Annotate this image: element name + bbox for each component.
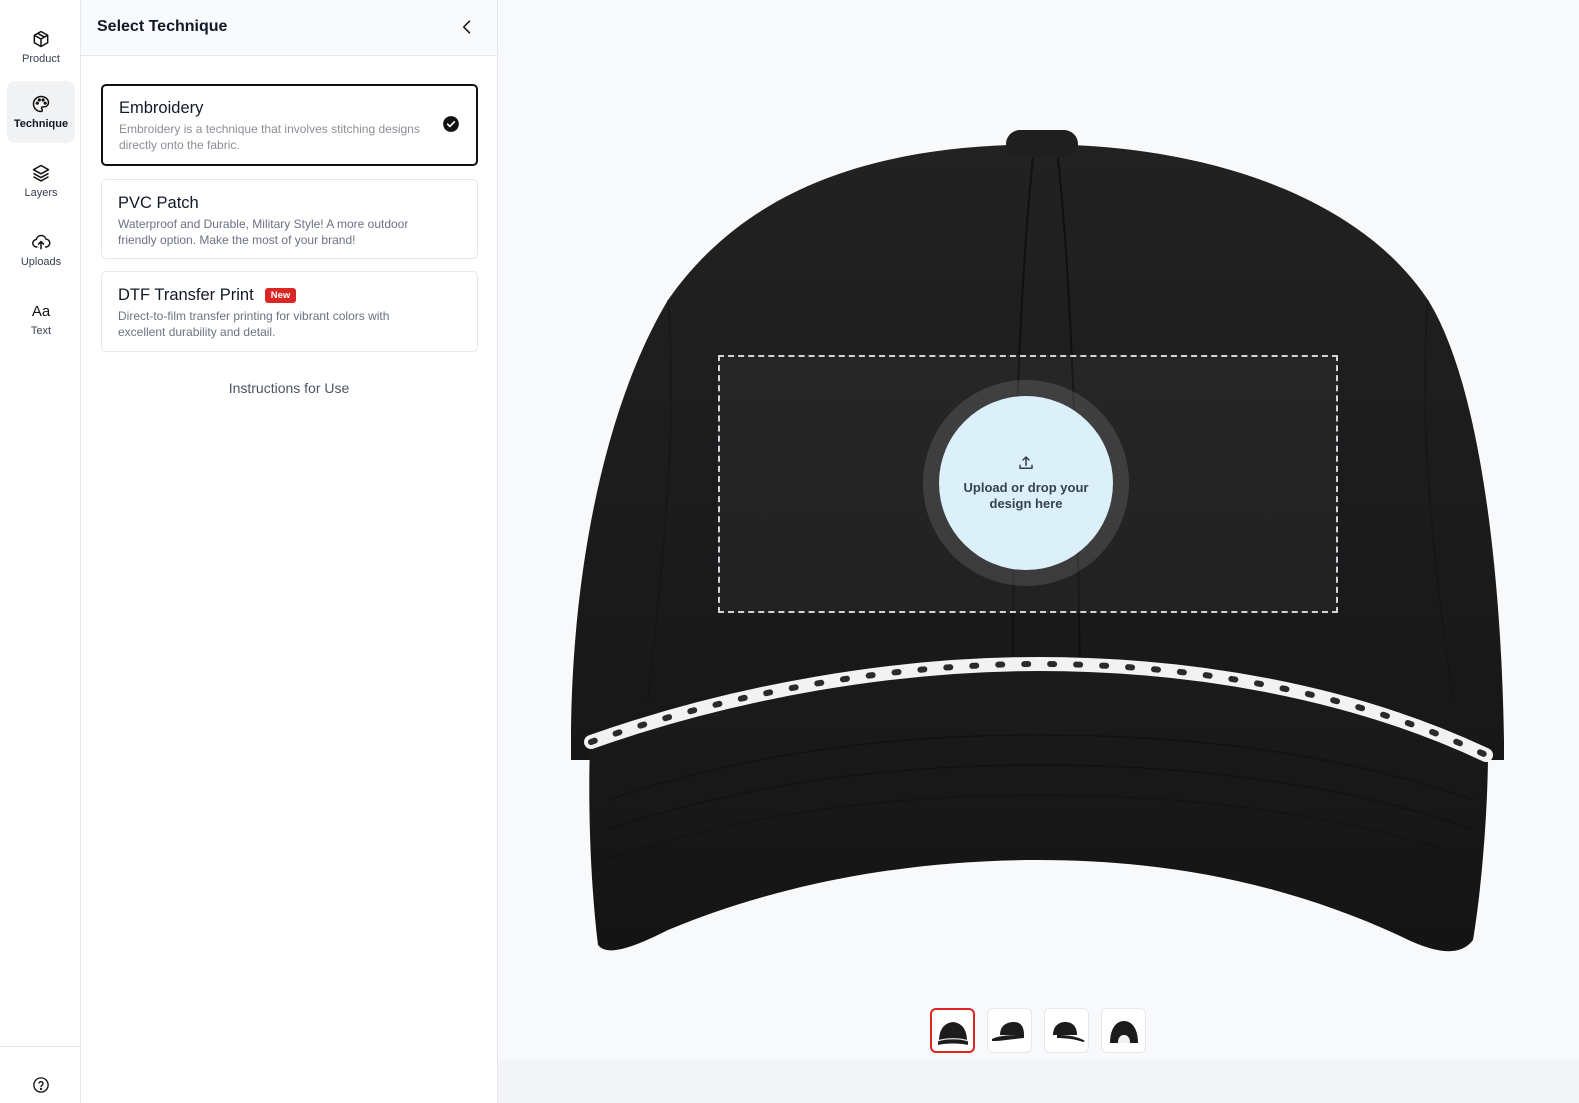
rail-item-technique[interactable]: Technique xyxy=(7,81,75,143)
check-circle-icon xyxy=(442,115,460,133)
chevron-left-icon[interactable] xyxy=(457,17,477,37)
cap-angle-icon xyxy=(1052,1021,1085,1042)
technique-name: Embroidery xyxy=(119,99,204,117)
drop-zone-text: Upload or drop your design here xyxy=(963,480,1089,511)
cloud-upload-icon xyxy=(31,232,51,252)
box-icon xyxy=(31,29,51,49)
thumbnail-side[interactable] xyxy=(987,1008,1032,1053)
technique-card-dtf-transfer[interactable]: DTF Transfer Print New Direct-to-film tr… xyxy=(101,271,478,352)
technique-card-pvc-patch[interactable]: PVC Patch Waterproof and Durable, Milita… xyxy=(101,179,478,259)
cap-side-icon xyxy=(991,1021,1024,1041)
rail-item-label: Layers xyxy=(24,187,58,199)
upload-icon xyxy=(1017,454,1035,472)
upload-drop-zone[interactable]: Upload or drop your design here xyxy=(939,396,1113,570)
palette-icon xyxy=(31,94,51,114)
rail-item-layers[interactable]: Layers xyxy=(7,150,75,212)
design-canvas: Upload or drop your design here xyxy=(498,0,1579,1103)
view-thumbnails xyxy=(930,1008,1146,1053)
technique-title-row: DTF Transfer Print New xyxy=(118,286,297,305)
instructions-link[interactable]: Instructions for Use xyxy=(81,380,497,396)
thumbnail-back[interactable] xyxy=(1101,1008,1146,1053)
panel-header: Select Technique xyxy=(81,0,497,56)
thumbnail-side-angle[interactable] xyxy=(1044,1008,1089,1053)
rail-item-product[interactable]: Product xyxy=(7,16,75,78)
thumbnail-strip-bg xyxy=(498,1060,1579,1103)
new-badge: New xyxy=(264,288,297,303)
rail-item-label: Technique xyxy=(13,118,69,130)
help-circle-icon[interactable] xyxy=(32,1076,50,1094)
text-icon: Aa xyxy=(31,302,51,320)
technique-description: Waterproof and Durable, Military Style! … xyxy=(118,217,409,247)
icon-rail: Product Technique Layers Uploads Aa Text xyxy=(0,0,81,1103)
rail-item-label: Uploads xyxy=(20,256,62,268)
rail-item-label: Text xyxy=(30,325,52,337)
rail-item-text[interactable]: Aa Text xyxy=(7,288,75,350)
technique-description: Embroidery is a technique that involves … xyxy=(119,122,420,152)
rail-divider xyxy=(0,1046,81,1047)
technique-card-embroidery[interactable]: Embroidery Embroidery is a technique tha… xyxy=(101,84,478,166)
panel-title: Select Technique xyxy=(97,18,228,35)
technique-name: PVC Patch xyxy=(118,194,199,212)
rail-item-label: Product xyxy=(22,53,60,65)
rail-item-uploads[interactable]: Uploads xyxy=(7,219,75,281)
technique-description: Direct-to-film transfer printing for vib… xyxy=(118,309,390,339)
thumbnail-front[interactable] xyxy=(930,1008,975,1053)
cap-back-icon xyxy=(1109,1020,1138,1043)
cap-front-icon xyxy=(937,1021,968,1045)
layers-icon xyxy=(31,163,51,183)
technique-name: DTF Transfer Print xyxy=(118,286,254,304)
technique-panel: Select Technique Embroidery Embroidery i… xyxy=(81,0,498,1103)
